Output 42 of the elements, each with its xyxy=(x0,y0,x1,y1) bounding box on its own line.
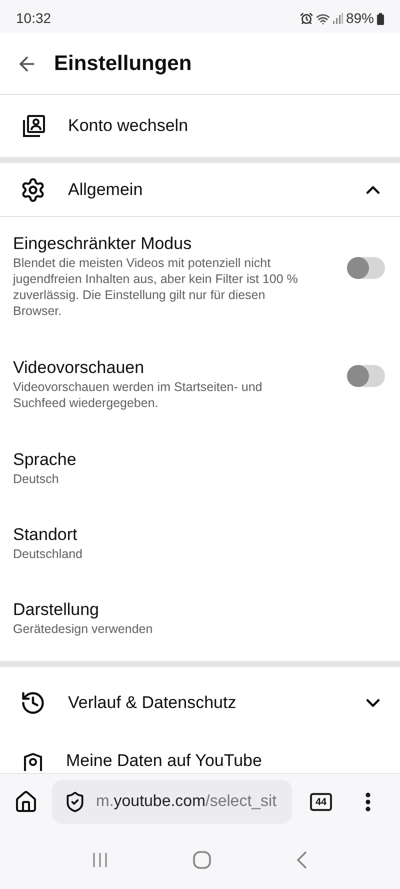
home-icon[interactable] xyxy=(14,790,38,814)
setting-title: Videovorschauen xyxy=(13,357,146,379)
recent-apps-icon[interactable] xyxy=(91,850,110,868)
battery-icon xyxy=(377,12,384,24)
address-bar[interactable]: m.youtube.com/select_sit xyxy=(52,780,292,824)
section-title: Allgemein xyxy=(68,178,144,201)
setting-title: Darstellung xyxy=(13,599,100,621)
setting-title: Eingeschränkter Modus xyxy=(13,233,193,255)
toggle-switch[interactable] xyxy=(347,257,385,279)
back-icon[interactable] xyxy=(294,850,309,870)
setting-description: Videovorschauen werden im Startseiten- und Suchfeed wiedergegeben. xyxy=(13,379,264,411)
section-header[interactable]: Allgemein xyxy=(0,163,400,217)
page-title: Einstellungen xyxy=(54,50,192,77)
tab-count-button[interactable]: 44 xyxy=(310,793,332,811)
setting-row[interactable]: Eingeschränkter Modus Blendet die meisten Videos mit potenziell nicht jugendfreien Inhalten aus, aber kein Filter ist 100 % zuverlässig. Die Einstellung gilt nur für diesen Browser. xyxy=(0,233,400,357)
setting-description: Deutsch xyxy=(13,471,60,487)
account-portrait-icon xyxy=(22,114,46,138)
battery-percentage: 89% xyxy=(346,9,374,28)
setting-description: Deutschland xyxy=(13,546,84,562)
url-text: m.youtube.com/select_sit xyxy=(96,792,277,812)
setting-description: Gerätedesign verwenden xyxy=(13,621,154,637)
setting-row[interactable]: Sprache Deutsch xyxy=(0,449,400,524)
section-title: Verlauf & Datenschutz xyxy=(68,692,238,714)
setting-row[interactable]: Darstellung Gerätedesign verwenden xyxy=(0,599,400,661)
setting-description: Blendet die meisten Videos mit potenziell nicht jugendfreien Inhalten aus, aber kein Filter ist 100 % zuverlässig. Die Einstellung gilt nur für diesen Browser. xyxy=(13,255,299,319)
section-header[interactable]: Verlauf & Datenschutz xyxy=(0,667,400,738)
toggle-switch[interactable] xyxy=(347,365,385,387)
wifi-icon xyxy=(316,12,330,26)
history-icon xyxy=(20,690,46,716)
shield-check-icon xyxy=(64,791,86,813)
setting-row[interactable]: Videovorschauen Videovorschauen werden im Startseiten- und Suchfeed wiedergegeben. xyxy=(0,357,400,449)
setting-title: Sprache xyxy=(13,449,78,471)
gear-icon xyxy=(20,176,46,202)
setting-title: Standort xyxy=(13,524,78,546)
switch-account-row[interactable]: Konto wechseln xyxy=(0,95,400,157)
alarm-icon xyxy=(300,12,313,25)
setting-row[interactable]: Standort Deutschland xyxy=(0,524,400,599)
menu-item[interactable]: Meine Daten auf YouTube xyxy=(66,751,262,771)
menu-item[interactable]: Konto wechseln xyxy=(68,113,188,139)
person-badge-icon xyxy=(22,753,44,771)
status-time: 10:32 xyxy=(16,9,52,28)
signal-icon xyxy=(332,13,343,24)
